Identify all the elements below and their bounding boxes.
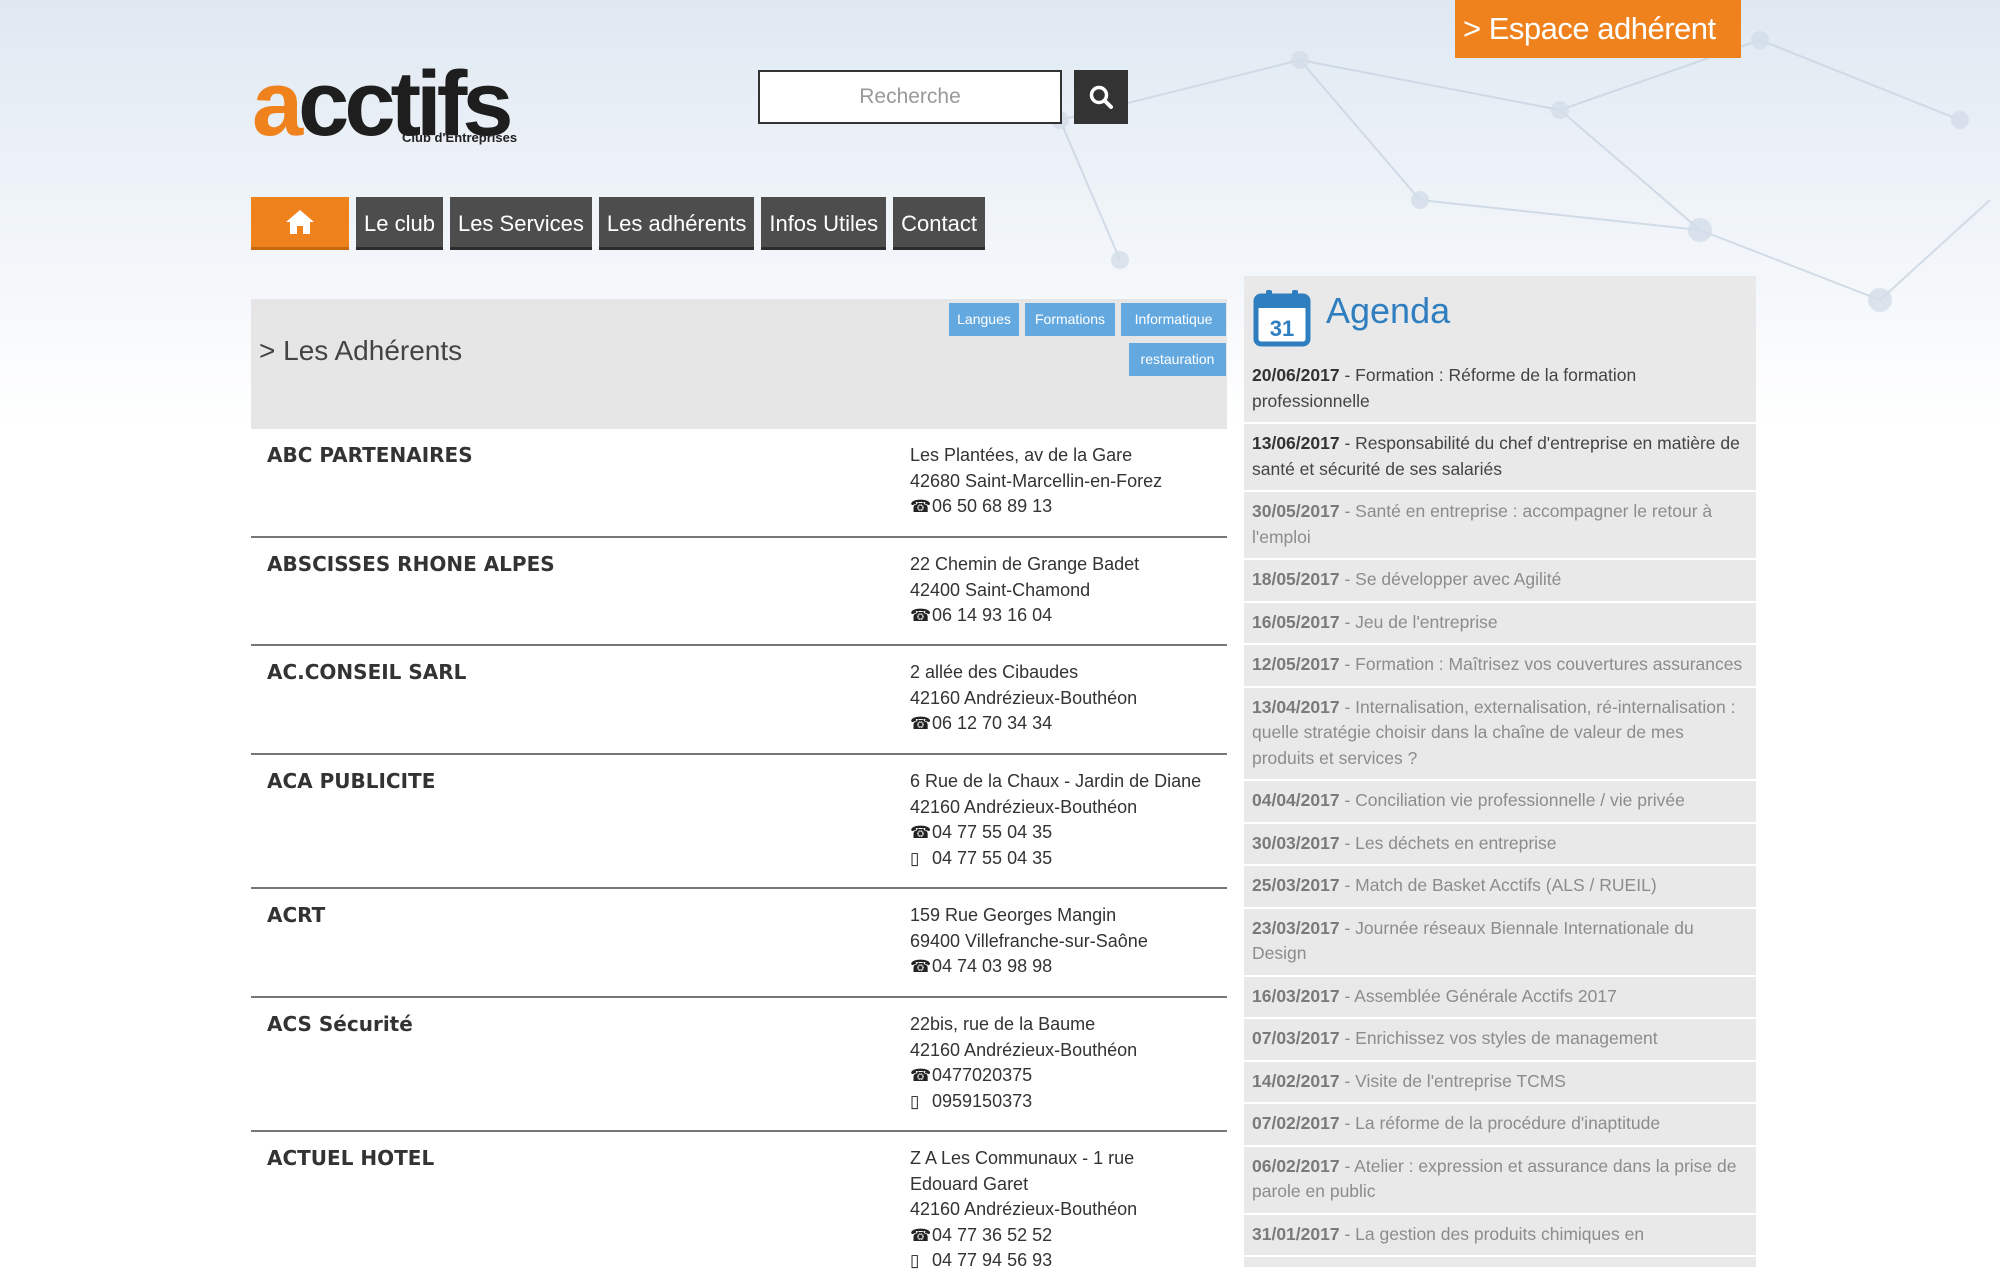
- phone-number: 06 50 68 89 13: [932, 496, 1053, 516]
- member-name[interactable]: ACTUEL HOTEL: [267, 1146, 434, 1170]
- phone-icon: ☎: [910, 1225, 932, 1245]
- address-line: 42160 Andrézieux-Bouthéon: [910, 687, 1138, 708]
- calendar-icon: 31: [1253, 290, 1311, 347]
- nav-le-club[interactable]: Le club: [356, 197, 443, 250]
- logo-subtitle: Club d'Entreprises: [402, 130, 518, 145]
- address-line: 2 allée des Cibaudes: [910, 662, 1079, 682]
- phone-number: 04 77 55 04 35: [932, 822, 1053, 842]
- member-address: Z A Les Communaux - 1 rue Edouard Garet …: [910, 1146, 1137, 1274]
- agenda-item[interactable]: 31/01/2017 - La gestion des produits chi…: [1244, 1215, 1756, 1257]
- agenda-item[interactable]: 07/02/2017 - La réforme de la procédure …: [1244, 1104, 1756, 1147]
- mobile-number: 0959150373: [932, 1090, 1033, 1111]
- nav-les-services[interactable]: Les Services: [449, 197, 592, 250]
- tag-formations[interactable]: Formations: [1025, 303, 1115, 336]
- agenda-item[interactable]: 04/04/2017 - Conciliation vie profession…: [1244, 781, 1756, 824]
- phone-icon: ☎: [910, 497, 932, 516]
- tag-langues[interactable]: Langues: [949, 303, 1019, 336]
- address-line: 22 Chemin de Grange Badet: [910, 554, 1140, 574]
- member-address: 22bis, rue de la Baume 42160 Andrézieux-…: [910, 1012, 1137, 1114]
- address-line: 159 Rue Georges Mangin: [910, 905, 1117, 925]
- agenda-item[interactable]: 23/03/2017 - Journée réseaux Biennale In…: [1244, 909, 1756, 977]
- member-row: ACA PUBLICITE 6 Rue de la Chaux - Jardin…: [251, 755, 1227, 889]
- agenda-item[interactable]: 06/02/2017 - Atelier : expression et ass…: [1244, 1147, 1756, 1215]
- nav-infos-utiles[interactable]: Infos Utiles: [761, 197, 887, 250]
- phone-icon: ☎: [910, 957, 932, 976]
- agenda-item[interactable]: 13/06/2017 - Responsabilité du chef d'en…: [1244, 424, 1756, 492]
- home-icon: [286, 210, 314, 234]
- agenda-item[interactable]: 13/04/2017 - Internalisation, externalis…: [1244, 688, 1756, 781]
- mobile-icon: ▯: [910, 1251, 920, 1270]
- agenda-title: Agenda: [1326, 290, 1451, 331]
- member-row: ABSCISSES RHONE ALPES 22 Chemin de Grang…: [251, 538, 1227, 646]
- address-line: 69400 Villefranche-sur-Saône: [910, 930, 1148, 951]
- member-address: 6 Rue de la Chaux - Jardin de Diane 4216…: [910, 769, 1201, 871]
- mobile-icon: ▯: [910, 848, 920, 868]
- phone-icon: ☎: [910, 1066, 932, 1085]
- main-nav: Le club Les Services Les adhérents Infos…: [251, 197, 985, 250]
- search-input[interactable]: Recherche: [758, 70, 1062, 124]
- members-list: ABC PARTENAIRES Les Plantées, av de la G…: [251, 429, 1227, 1272]
- agenda-item[interactable]: 16/05/2017 - Jeu de l'entreprise: [1244, 603, 1756, 645]
- search-button[interactable]: [1074, 70, 1128, 124]
- address-line: 42400 Saint-Chamond: [910, 579, 1091, 600]
- nav-contact[interactable]: Contact: [893, 197, 985, 250]
- member-row: ACTUEL HOTEL Z A Les Communaux - 1 rue E…: [251, 1132, 1227, 1272]
- phone-number: 06 14 93 16 04: [932, 605, 1053, 625]
- espace-adherent-button[interactable]: > Espace adhérent: [1455, 0, 1741, 58]
- member-address: Les Plantées, av de la Gare 42680 Saint-…: [910, 443, 1162, 520]
- member-row: ABC PARTENAIRES Les Plantées, av de la G…: [251, 429, 1227, 538]
- member-name[interactable]: ABSCISSES RHONE ALPES: [267, 552, 555, 576]
- phone-icon: ☎: [910, 714, 932, 733]
- address-line: 6 Rue de la Chaux - Jardin de Diane: [910, 771, 1202, 791]
- page-title: > Les Adhérents: [259, 335, 463, 366]
- address-line: Les Plantées, av de la Gare: [910, 445, 1133, 465]
- mobile-number: 04 77 55 04 35: [932, 847, 1053, 868]
- phone-number: 04 74 03 98 98: [932, 956, 1053, 976]
- address-line: 22bis, rue de la Baume: [910, 1014, 1096, 1034]
- phone-number: 04 77 36 52 52: [932, 1224, 1053, 1245]
- address-line: 42680 Saint-Marcellin-en-Forez: [910, 470, 1163, 491]
- address-line: Z A Les Communaux - 1 rue: [910, 1148, 1135, 1168]
- agenda-item[interactable]: 20/06/2017 - Formation : Réforme de la f…: [1244, 356, 1756, 424]
- agenda-item[interactable]: 30/05/2017 - Santé en entreprise : accom…: [1244, 492, 1756, 560]
- phone-icon: ☎: [910, 823, 932, 842]
- calendar-day: 31: [1270, 316, 1294, 341]
- members-header: > Les Adhérents Langues Formations Infor…: [251, 299, 1227, 429]
- member-row: ACRT 159 Rue Georges Mangin 69400 Villef…: [251, 889, 1227, 998]
- member-address: 22 Chemin de Grange Badet 42400 Saint-Ch…: [910, 552, 1139, 629]
- agenda-item[interactable]: 14/02/2017 - Visite de l'entreprise TCMS: [1244, 1062, 1756, 1104]
- tag-restauration[interactable]: restauration: [1129, 343, 1226, 376]
- member-name[interactable]: ACS Sécurité: [267, 1012, 413, 1036]
- address-line: 42160 Andrézieux-Bouthéon: [910, 796, 1138, 817]
- agenda-sidebar: 31 Agenda 20/06/2017 - Formation : Réfor…: [1244, 276, 1756, 1267]
- member-row: AC.CONSEIL SARL 2 allée des Cibaudes 421…: [251, 646, 1227, 755]
- agenda-item[interactable]: 18/05/2017 - Se développer avec Agilité: [1244, 560, 1756, 603]
- mobile-number: 04 77 94 56 93: [932, 1250, 1053, 1270]
- member-name[interactable]: AC.CONSEIL SARL: [267, 660, 466, 684]
- acctifs-logo[interactable]: acctifs Club d'Entreprises: [252, 58, 517, 150]
- phone-number: 0477020375: [932, 1065, 1033, 1085]
- nav-les-adherents[interactable]: Les adhérents: [598, 197, 755, 250]
- agenda-item[interactable]: 07/03/2017 - Enrichissez vos styles de m…: [1244, 1019, 1756, 1062]
- address-line: 42160 Andrézieux-Bouthéon: [910, 1039, 1138, 1060]
- member-name[interactable]: ACA PUBLICITE: [267, 769, 435, 793]
- member-address: 2 allée des Cibaudes 42160 Andrézieux-Bo…: [910, 660, 1137, 737]
- tag-informatique[interactable]: Informatique: [1121, 303, 1226, 336]
- member-address: 159 Rue Georges Mangin 69400 Villefranch…: [910, 903, 1148, 980]
- address-line: 42160 Andrézieux-Bouthéon: [910, 1199, 1138, 1219]
- member-name[interactable]: ACRT: [267, 903, 325, 927]
- member-name[interactable]: ABC PARTENAIRES: [267, 443, 473, 467]
- agenda-item[interactable]: 12/05/2017 - Formation : Maîtrisez vos c…: [1244, 645, 1756, 688]
- agenda-header: 31 Agenda: [1244, 276, 1756, 356]
- nav-home[interactable]: [251, 197, 349, 250]
- agenda-item[interactable]: 30/03/2017 - Les déchets en entreprise: [1244, 824, 1756, 866]
- agenda-item[interactable]: 16/03/2017 - Assemblée Générale Acctifs …: [1244, 977, 1756, 1019]
- agenda-item[interactable]: 25/03/2017 - Match de Basket Acctifs (AL…: [1244, 866, 1756, 909]
- mobile-icon: ▯: [910, 1091, 920, 1111]
- phone-number: 06 12 70 34 34: [932, 713, 1053, 733]
- search-icon: [1089, 85, 1113, 109]
- phone-icon: ☎: [910, 606, 932, 625]
- address-line: Edouard Garet: [910, 1173, 1029, 1194]
- member-row: ACS Sécurité 22bis, rue de la Baume 4216…: [251, 998, 1227, 1132]
